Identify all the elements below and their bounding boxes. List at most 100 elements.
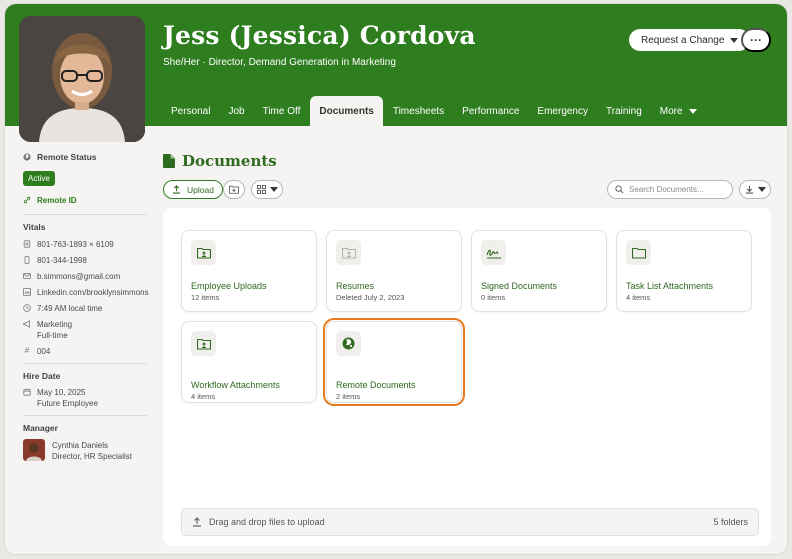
download-icon [745, 185, 753, 194]
profile-sidebar: Remote Status Active Remote ID Vitals 80… [23, 150, 149, 462]
tab-emergency[interactable]: Emergency [529, 96, 596, 126]
manager-row[interactable]: Cynthia Daniels Director, HR Specialist [23, 439, 147, 462]
tab-more[interactable]: More [652, 96, 705, 126]
tab-label: More [659, 105, 683, 117]
folder-name: Employee Uploads [191, 281, 267, 291]
department: Marketing [37, 320, 73, 329]
signature-icon [485, 249, 501, 258]
remote-id-label: Remote ID [37, 196, 77, 205]
email-row[interactable]: b.simmons@gmail.com [23, 271, 147, 282]
new-folder-button[interactable] [223, 180, 245, 199]
caret-down-icon [757, 187, 766, 192]
folder-name: Workflow Attachments [191, 380, 280, 390]
tab-timesheets[interactable]: Timesheets [385, 96, 452, 126]
tab-documents[interactable]: Documents [310, 96, 383, 126]
desk-phone-icon [23, 240, 31, 248]
mobile-phone-icon [24, 256, 30, 264]
upload-label: Upload [187, 184, 214, 195]
employee-number: 004 [37, 347, 51, 356]
remote-status-label: Remote Status [37, 152, 97, 162]
megaphone-icon [23, 320, 30, 328]
manager-avatar [23, 439, 45, 461]
documents-heading: Documents [163, 152, 277, 170]
divider [23, 363, 147, 364]
upload-dropzone[interactable]: Drag and drop files to upload 5 folders [181, 508, 759, 536]
folder-icon-wrapper [191, 240, 216, 265]
view-toggle-button[interactable] [251, 180, 283, 199]
office-phone-row: 801-763-1893 × 6109 [23, 239, 147, 250]
tab-time-off[interactable]: Time Off [255, 96, 309, 126]
folder-meta: 4 items [191, 392, 216, 401]
tab-label: Job [228, 105, 245, 117]
folder-name: Task List Attachments [626, 281, 714, 291]
tab-label: Timesheets [392, 105, 445, 117]
linkedin-icon [23, 288, 31, 296]
search-box[interactable] [607, 180, 733, 199]
folder-icon-wrapper [336, 331, 361, 356]
department-row: Marketing Full-time [23, 319, 147, 341]
search-input[interactable] [629, 185, 725, 194]
folder-upload-icon [196, 338, 211, 350]
folder-name: Signed Documents [481, 281, 558, 291]
hire-date-heading: Hire Date [23, 371, 61, 381]
download-options-button[interactable] [739, 180, 771, 199]
manager-title: Director, HR Specialist [52, 452, 133, 461]
tab-personal[interactable]: Personal [163, 96, 218, 126]
tab-job[interactable]: Job [220, 96, 252, 126]
upload-icon [172, 185, 181, 194]
profile-tabs: Personal Job Time Off Documents Timeshee… [163, 96, 707, 126]
app-window: Jess (Jessica) Cordova She/Her · Directo… [4, 3, 788, 555]
folder-meta: Deleted July 2, 2023 [336, 293, 405, 302]
avatar [19, 16, 145, 142]
folder-icon-wrapper [191, 331, 216, 356]
office-phone: 801-763-1893 × 6109 [37, 240, 114, 249]
email-icon [23, 273, 31, 279]
tab-performance[interactable]: Performance [454, 96, 527, 126]
tab-label: Time Off [262, 105, 301, 117]
hire-date-row: May 10, 2025 Future Employee [23, 387, 147, 409]
dropzone-label: Drag and drop files to upload [209, 517, 325, 527]
remote-id-link[interactable]: Remote ID [23, 195, 147, 206]
calendar-icon [23, 388, 31, 396]
folder-upload-icon [196, 247, 211, 259]
add-folder-icon [229, 185, 239, 194]
folder-meta: 0 items [481, 293, 506, 302]
more-actions-button[interactable]: ··· [741, 28, 771, 52]
folder-meta: 12 items [191, 293, 220, 302]
request-change-button[interactable]: Request a Change [629, 29, 751, 51]
mobile-phone-row: 801-344-1998 [23, 255, 147, 266]
employee-name: Jess (Jessica) Cordova [163, 21, 476, 50]
caret-down-icon [730, 37, 739, 43]
folder-card-workflow-attachments[interactable]: Workflow Attachments 4 items [181, 321, 317, 403]
folder-card-employee-uploads[interactable]: Employee Uploads 12 items [181, 230, 317, 312]
divider [23, 214, 147, 215]
linkedin-row[interactable]: Linkedin.com/brooklynsimmons [23, 287, 149, 298]
globe-icon [23, 153, 31, 161]
tab-label: Training [606, 105, 642, 117]
folder-meta: 2 items [336, 392, 361, 401]
caret-down-icon [269, 187, 278, 192]
folder-name: Resumes [336, 281, 375, 291]
upload-icon [193, 517, 201, 527]
grid-view-icon [256, 185, 266, 194]
folder-icon-wrapper [336, 240, 361, 265]
folder-card-signed-documents[interactable]: Signed Documents 0 items [471, 230, 607, 312]
folder-count: 5 folders [713, 517, 748, 527]
employment-type: Full-time [37, 331, 68, 340]
folder-icon-wrapper [481, 240, 506, 265]
manager-heading: Manager [23, 423, 58, 433]
manager-name: Cynthia Daniels [52, 441, 109, 450]
email: b.simmons@gmail.com [37, 272, 121, 281]
link-icon [23, 196, 31, 204]
upload-button[interactable]: Upload [163, 180, 223, 199]
linkedin: Linkedin.com/brooklynsimmons [37, 288, 149, 297]
hire-note: Future Employee [37, 399, 98, 408]
folder-name: Remote Documents [336, 380, 416, 390]
tab-training[interactable]: Training [598, 96, 650, 126]
status-badge: Active [23, 171, 55, 186]
folder-card-resumes[interactable]: Resumes Deleted July 2, 2023 [326, 230, 462, 312]
tab-label: Personal [171, 105, 211, 117]
folder-card-remote-documents[interactable]: Remote Documents 2 items [323, 318, 465, 406]
folder-card-task-list-attachments[interactable]: Task List Attachments 4 items [616, 230, 752, 312]
remote-status-row: Remote Status [23, 152, 147, 163]
